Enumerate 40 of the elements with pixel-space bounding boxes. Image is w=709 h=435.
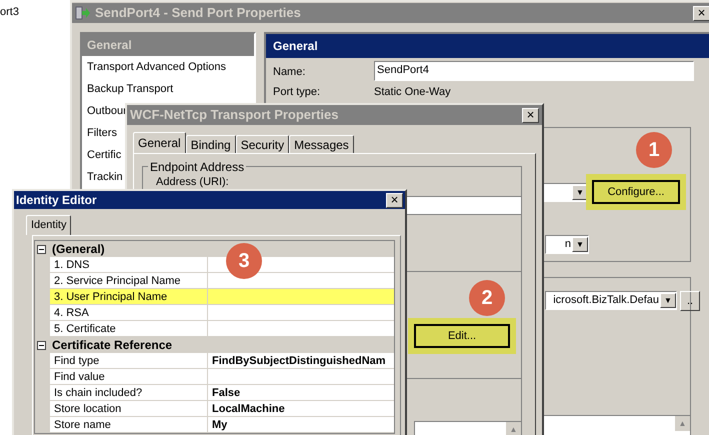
window-title: Identity Editor bbox=[16, 192, 98, 209]
collapse-icon[interactable] bbox=[37, 340, 46, 350]
field-label: Name: bbox=[273, 65, 306, 80]
category-label: Certificate Reference bbox=[52, 337, 172, 354]
tab[interactable]: General bbox=[133, 132, 186, 153]
field-value: Static One-Way bbox=[374, 85, 451, 100]
property-name[interactable]: Is chain included? bbox=[50, 385, 208, 400]
browse-button[interactable]: .. bbox=[680, 291, 700, 311]
property-name[interactable]: Store location bbox=[50, 401, 208, 416]
category-label: (General) bbox=[52, 241, 105, 258]
close-button[interactable]: × bbox=[693, 6, 709, 20]
sidebar-item[interactable]: Backup Transport bbox=[82, 78, 254, 100]
name-field[interactable]: SendPort4 bbox=[374, 61, 694, 81]
property-name[interactable]: Find type bbox=[50, 353, 208, 368]
window-title: SendPort4 - Send Port Properties bbox=[95, 4, 302, 22]
dropdown-field[interactable]: icrosoft.BizTalk.Defau ▼ bbox=[545, 291, 677, 310]
step-number-badge: 2 bbox=[469, 280, 505, 316]
tab[interactable]: Identity bbox=[26, 215, 72, 235]
action-button[interactable]: Edit... bbox=[414, 324, 510, 348]
property-value[interactable]: My bbox=[208, 417, 394, 432]
section-header: General bbox=[266, 34, 709, 58]
collapse-icon[interactable] bbox=[37, 244, 46, 254]
field-label: Address (URI): bbox=[156, 175, 229, 190]
property-value[interactable]: LocalMachine bbox=[208, 401, 394, 416]
sidebar-item[interactable]: Transport Advanced Options bbox=[82, 56, 254, 78]
tab[interactable]: Messages bbox=[289, 135, 354, 153]
tab[interactable]: Security bbox=[236, 135, 290, 153]
close-button[interactable]: × bbox=[386, 192, 403, 208]
window-title: WCF-NetTcp Transport Properties bbox=[130, 106, 340, 124]
property-value[interactable]: False bbox=[208, 385, 394, 400]
tree-item[interactable]: ort3 bbox=[0, 4, 19, 20]
field-label: Port type: bbox=[273, 85, 320, 100]
port-icon bbox=[75, 6, 91, 20]
property-value[interactable]: FindBySubjectDistinguishedNam bbox=[208, 353, 394, 368]
property-name[interactable]: Store name bbox=[50, 417, 208, 432]
action-button[interactable]: Configure... bbox=[592, 180, 680, 204]
step-number-badge: 1 bbox=[636, 132, 672, 168]
dropdown-field[interactable]: n ▼ bbox=[545, 235, 589, 254]
tab[interactable]: Binding bbox=[186, 135, 236, 153]
close-button[interactable]: × bbox=[522, 108, 539, 122]
